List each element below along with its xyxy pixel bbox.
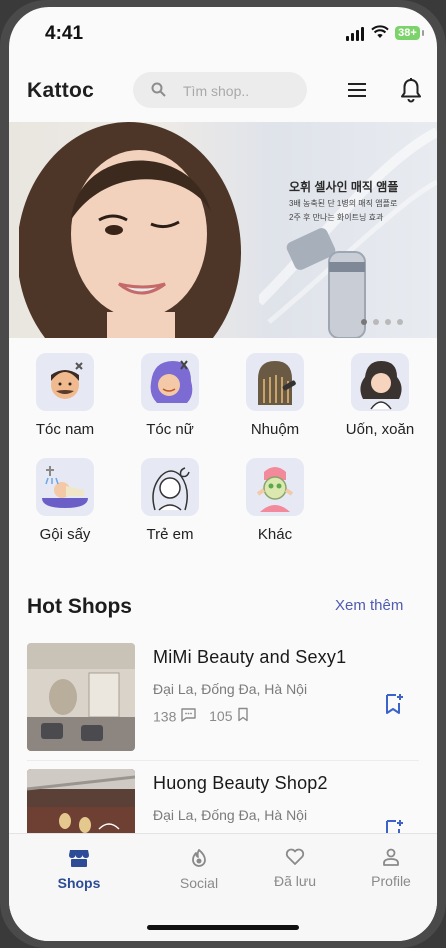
category-label: Nhuộm xyxy=(250,421,300,438)
comment-count: 138 xyxy=(153,708,177,725)
save-count: 105 xyxy=(209,708,233,725)
banner-dot[interactable] xyxy=(361,319,367,325)
hot-shops-title: Hot Shops xyxy=(27,595,132,618)
phone-frame: 4:41 38+ Kattoc Tìm shop.. 오휘 셀사인 매직 앰플 … xyxy=(0,0,446,948)
shop-address: Đại La, Đống Đa, Hà Nội xyxy=(153,807,308,823)
see-more-link[interactable]: Xem thêm xyxy=(335,597,403,614)
divider xyxy=(27,760,419,761)
banner-product-image xyxy=(259,127,437,338)
app-screen: 4:41 38+ Kattoc Tìm shop.. 오휘 셀사인 매직 앰플 … xyxy=(9,7,437,941)
category-male-haircut[interactable]: Tóc nam xyxy=(20,353,110,438)
notification-bell-icon[interactable] xyxy=(400,77,422,103)
heart-icon xyxy=(285,848,305,870)
shop-address: Đại La, Đống Đa, Hà Nội xyxy=(153,681,308,697)
category-label: Khác xyxy=(257,526,293,543)
social-icon xyxy=(189,849,209,872)
nav-saved[interactable]: Đã lưu xyxy=(255,848,335,889)
category-label: Tóc nam xyxy=(35,421,95,438)
wifi-icon xyxy=(371,25,389,44)
category-label: Tóc nữ xyxy=(146,421,194,438)
banner-subline-2: 2주 후 만나는 화이트닝 효과 xyxy=(289,213,384,222)
banner-headline: 오휘 셀사인 매직 앰플 xyxy=(289,180,399,194)
banner-copy: 오휘 셀사인 매직 앰플 3배 농축된 단 1병의 매직 앰플로 2주 후 만나… xyxy=(289,178,398,223)
category-child-hair[interactable]: Trẻ em xyxy=(125,458,215,543)
banner-dot[interactable] xyxy=(385,319,391,325)
search-input[interactable] xyxy=(181,78,300,104)
facial-mask-icon xyxy=(246,458,304,516)
nav-shops[interactable]: Shops xyxy=(39,848,119,891)
nav-label: Social xyxy=(179,875,219,891)
shop-name: Huong Beauty Shop2 xyxy=(153,773,328,793)
search-icon xyxy=(151,82,166,102)
bookmark-add-icon[interactable] xyxy=(384,693,404,720)
bookmark-outline-icon xyxy=(236,708,250,725)
nav-profile[interactable]: Profile xyxy=(351,848,431,889)
category-other[interactable]: Khác xyxy=(230,458,320,543)
search-bar[interactable] xyxy=(133,72,307,108)
child-hair-icon xyxy=(141,458,199,516)
battery-icon: 38+ xyxy=(395,26,424,40)
home-indicator xyxy=(147,925,299,930)
nav-social[interactable]: Social xyxy=(159,848,239,891)
banner-subline-1: 3배 농축된 단 1병의 매직 앰플로 xyxy=(289,199,398,208)
banner-pagination[interactable] xyxy=(361,312,409,330)
category-label: Uốn, xoăn xyxy=(345,421,415,438)
female-haircut-icon xyxy=(141,353,199,411)
nav-label: Đã lưu xyxy=(273,873,317,889)
category-female-haircut[interactable]: Tóc nữ xyxy=(125,353,215,438)
signal-icon xyxy=(346,27,366,41)
hair-wash-icon xyxy=(36,458,94,516)
category-label: Trẻ em xyxy=(146,526,194,543)
app-header: Kattoc xyxy=(9,65,437,121)
banner-dot[interactable] xyxy=(397,319,403,325)
shop-thumbnail xyxy=(27,643,135,751)
menu-icon[interactable] xyxy=(346,80,368,100)
app-logo: Kattoc xyxy=(27,79,95,102)
status-time: 4:41 xyxy=(45,23,84,44)
category-hair-wash[interactable]: Gội sấy xyxy=(20,458,110,543)
male-haircut-icon xyxy=(36,353,94,411)
store-icon xyxy=(68,850,90,872)
comment-icon xyxy=(180,708,197,725)
category-hair-dye[interactable]: Nhuộm xyxy=(230,353,320,438)
person-icon xyxy=(382,848,400,870)
nav-label: Profile xyxy=(371,873,411,889)
shop-card[interactable]: MiMi Beauty and Sexy1 Đại La, Đống Đa, H… xyxy=(27,643,419,759)
nav-label: Shops xyxy=(57,875,101,891)
banner-dot[interactable] xyxy=(373,319,379,325)
banner-model-image xyxy=(19,122,241,338)
hair-dye-icon xyxy=(246,353,304,411)
promo-banner[interactable]: 오휘 셀사인 매직 앰플 3배 농축된 단 1병의 매직 앰플로 2주 후 만나… xyxy=(9,122,437,338)
shop-stats: 138 105 xyxy=(153,707,250,725)
status-bar: 4:41 38+ xyxy=(9,7,437,57)
category-label: Gội sấy xyxy=(39,526,91,543)
curly-hair-icon xyxy=(351,353,409,411)
category-curly-hair[interactable]: Uốn, xoăn xyxy=(335,353,425,438)
shop-name: MiMi Beauty and Sexy1 xyxy=(153,647,347,667)
